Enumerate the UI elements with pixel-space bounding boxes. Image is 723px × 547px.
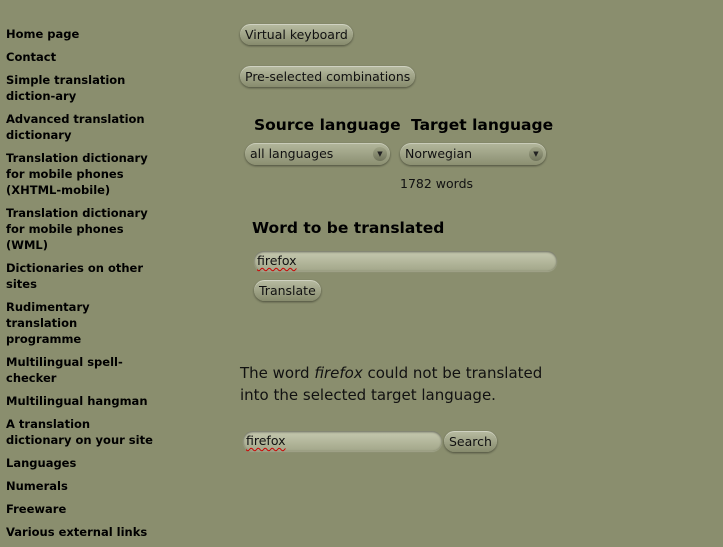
source-language-select[interactable]: all languages ▼ [245, 143, 390, 165]
target-language-select[interactable]: Norwegian ▼ [400, 143, 546, 165]
nav-item-mobile-xhtml[interactable]: Translation dictionary for mobile phones… [6, 150, 156, 198]
search-input-value: firefox [246, 433, 286, 448]
result-prefix: The word [240, 364, 315, 382]
nav-item-hangman[interactable]: Multilingual hangman [6, 393, 156, 409]
nav-item-dictionary-on-site[interactable]: A translation dictionary on your site [6, 416, 156, 448]
word-input[interactable]: firefox [254, 251, 557, 271]
search-input[interactable]: firefox [243, 431, 442, 451]
nav-item-mobile-wml[interactable]: Translation dictionary for mobile phones… [6, 205, 156, 253]
chevron-down-icon: ▼ [373, 147, 387, 161]
target-language-heading: Target language [411, 116, 554, 134]
nav-item-home-page[interactable]: Home page [6, 26, 156, 42]
word-input-value: firefox [257, 253, 297, 268]
search-button[interactable]: Search [444, 431, 497, 452]
source-language-value: all languages [250, 146, 334, 161]
nav-item-rudimentary-programme[interactable]: Rudimentary translation programme [6, 299, 156, 347]
nav-item-advanced-dictionary[interactable]: Advanced translation dictionary [6, 111, 156, 143]
chevron-down-icon: ▼ [529, 147, 543, 161]
nav-item-spell-checker[interactable]: Multilingual spell-checker [6, 354, 156, 386]
word-to-translate-heading: Word to be translated [252, 219, 445, 237]
nav-item-numerals[interactable]: Numerals [6, 478, 156, 494]
nav-item-languages[interactable]: Languages [6, 455, 156, 471]
nav-item-contact[interactable]: Contact [6, 49, 156, 65]
target-language-value: Norwegian [405, 146, 473, 161]
nav-item-freeware[interactable]: Freeware [6, 501, 156, 517]
nav-item-other-sites[interactable]: Dictionaries on other sites [6, 260, 156, 292]
result-word: firefox [314, 364, 363, 382]
source-language-heading: Source language [254, 116, 401, 134]
word-count: 1782 words [400, 176, 474, 191]
virtual-keyboard-button[interactable]: Virtual keyboard [240, 24, 353, 45]
preselected-combinations-button[interactable]: Pre-selected combinations [240, 66, 416, 87]
nav-item-simple-dictionary[interactable]: Simple translation diction-ary [6, 72, 156, 104]
sidebar-nav: Home page Contact Simple translation dic… [6, 26, 156, 547]
translate-button[interactable]: Translate [254, 280, 321, 301]
result-message: The word firefox could not be translated… [240, 362, 570, 406]
nav-item-external-links[interactable]: Various external links [6, 524, 156, 540]
